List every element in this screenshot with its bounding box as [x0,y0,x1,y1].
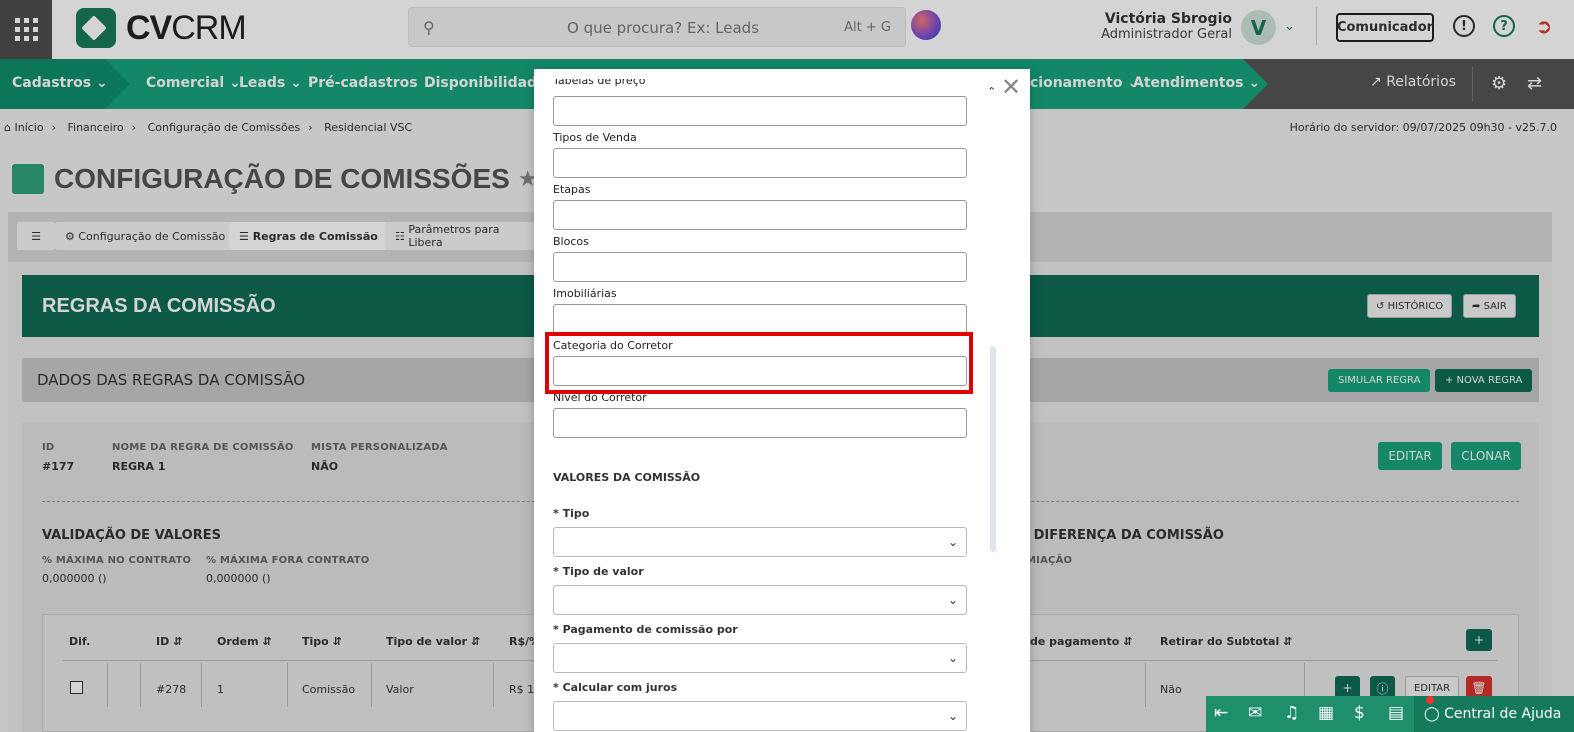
scroll-up-icon[interactable]: ⌃ [987,85,996,98]
help-center-button[interactable]: ◯ Central de Ajuda [1414,696,1574,732]
bottom-toolbar: ⇤ ✉ ♫ ▦ $ ▤ ◯ Central de Ajuda [1206,696,1574,732]
calendar-icon[interactable]: ▦ [1318,703,1334,723]
highlight-box [545,332,973,394]
commission-values-header: VALORES DA COMISSÃO [553,471,701,484]
type-select[interactable]: ⌄ [553,527,967,557]
price-tables-label: Tabelas de preço [553,79,646,87]
real-estate-label: Imobiliárias [553,287,617,300]
payment-by-label: * Pagamento de comissão por [553,623,738,636]
type-label: * Tipo [553,507,590,520]
blocks-field[interactable] [553,252,967,282]
sale-types-label: Tipos de Venda [553,131,637,144]
value-type-select[interactable]: ⌄ [553,585,967,615]
chevron-down-icon: ⌄ [947,651,958,665]
stages-field[interactable] [553,200,967,230]
close-icon[interactable]: ✕ [1001,73,1021,101]
blocks-label: Blocos [553,235,589,248]
dollar-icon[interactable]: $ [1354,703,1365,723]
notification-dot [1426,696,1434,704]
filter-modal: ✕ ⌃ Tabelas de preço Tipos de Venda Etap… [534,69,1030,732]
broker-level-field[interactable] [553,408,967,438]
payment-by-select[interactable]: ⌄ [553,643,967,673]
chat-icon: ◯ [1424,706,1440,722]
mail-icon[interactable]: ✉ [1248,703,1262,723]
collapse-icon[interactable]: ⇤ [1214,703,1228,723]
chevron-down-icon: ⌄ [947,535,958,549]
calculator-icon[interactable]: ▤ [1388,703,1404,723]
sale-types-field[interactable] [553,148,967,178]
value-type-label: * Tipo de valor [553,565,644,578]
bell-icon[interactable]: ♫ [1284,703,1299,723]
stages-label: Etapas [553,183,591,196]
real-estate-field[interactable] [553,304,967,334]
interest-select[interactable]: ⌄ [553,701,967,731]
chevron-down-icon: ⌄ [947,593,958,607]
interest-label: * Calcular com juros [553,681,678,694]
price-tables-field[interactable] [553,96,967,126]
modal-scrollbar[interactable] [990,346,996,552]
chevron-down-icon: ⌄ [947,709,958,723]
